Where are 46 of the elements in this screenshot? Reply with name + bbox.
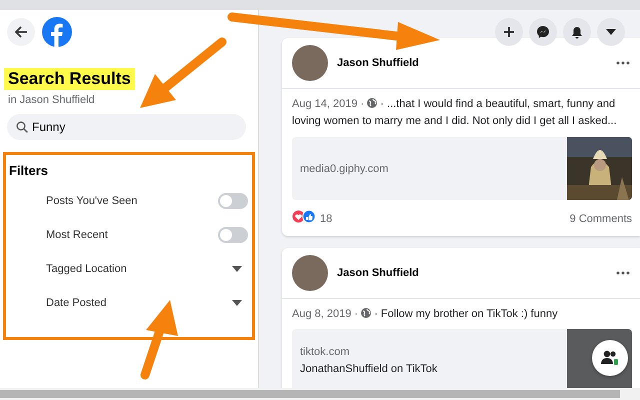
- author-name[interactable]: Jason Shuffield: [337, 57, 607, 69]
- caret-icon[interactable]: [232, 300, 242, 306]
- post-text: loving women to marry me and I did. Not only did I get all I asked...: [292, 115, 617, 128]
- filter-label: Date Posted: [46, 297, 107, 309]
- plus-button[interactable]: [495, 18, 523, 46]
- caret-icon[interactable]: [232, 266, 242, 272]
- filters-heading: Filters: [9, 163, 50, 178]
- chat-bubble-icon: [536, 25, 550, 39]
- link-preview[interactable]: media0.giphy.com: [292, 137, 632, 200]
- search-icon: [16, 121, 28, 133]
- link-domain: media0.giphy.com: [300, 162, 390, 174]
- post-text: · Follow my brother on TikTok :) funny: [374, 308, 558, 320]
- reaction-count[interactable]: 18: [320, 213, 332, 225]
- globe-icon: [361, 308, 372, 318]
- more-icon[interactable]: [616, 61, 630, 65]
- reactions-icon[interactable]: [292, 210, 316, 223]
- search-field[interactable]: Funny: [7, 114, 246, 140]
- filter-label: Tagged Location: [46, 263, 127, 275]
- avatar[interactable]: [292, 255, 328, 291]
- author-name[interactable]: Jason Shuffield: [337, 267, 607, 279]
- avatar[interactable]: [292, 45, 328, 81]
- back-button[interactable]: [7, 18, 35, 46]
- back-arrow-icon: [14, 25, 28, 39]
- globe-icon: [367, 98, 378, 108]
- bell-icon: [571, 26, 583, 38]
- subtitle: in Jason Shuffield: [7, 93, 96, 106]
- link-domain: tiktok.com: [300, 346, 351, 358]
- filter-label: Posts You've Seen: [46, 195, 138, 207]
- post-date[interactable]: Aug 8, 2019 ·: [292, 308, 358, 320]
- toggle-switch[interactable]: [218, 227, 248, 243]
- filter-label: Most Recent: [46, 229, 108, 241]
- post-text: · ...that I would find a beautiful, smart, funny and: [380, 98, 616, 110]
- plus-icon: [503, 26, 515, 38]
- page-title: Search Results: [4, 68, 135, 90]
- comments-link[interactable]: 9 Comments: [570, 213, 632, 225]
- logo-icon[interactable]: [42, 17, 72, 47]
- toggle-switch[interactable]: [218, 193, 248, 209]
- messenger-button[interactable]: [529, 18, 557, 46]
- caret-icon: [606, 29, 616, 35]
- notifications-button[interactable]: [563, 18, 591, 46]
- horizontal-scrollbar[interactable]: [0, 388, 640, 400]
- post-date[interactable]: Aug 14, 2019 ·: [292, 98, 364, 110]
- more-icon[interactable]: [616, 271, 630, 275]
- people-icon: [601, 350, 619, 366]
- link-title: JonathanShuffield on TikTok: [300, 363, 438, 375]
- account-menu-button[interactable]: [597, 18, 625, 46]
